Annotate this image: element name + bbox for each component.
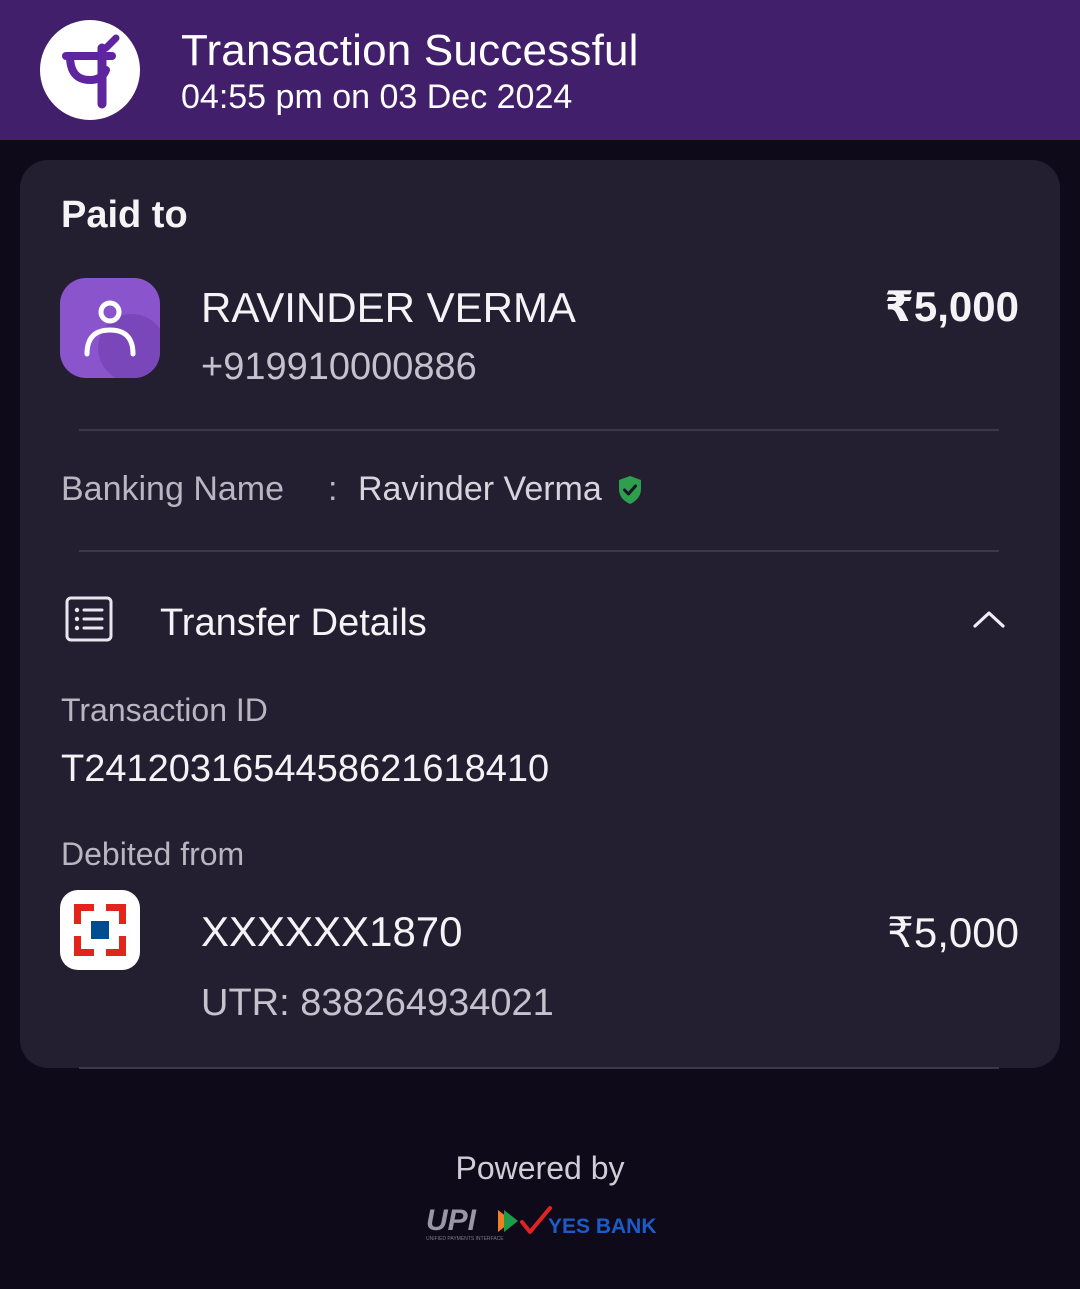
svg-text:UNIFIED PAYMENTS INTERFACE: UNIFIED PAYMENTS INTERFACE bbox=[426, 1236, 504, 1242]
divider bbox=[79, 429, 999, 431]
header-bar: Transaction Successful 04:55 pm on 03 De… bbox=[0, 0, 1080, 140]
transaction-timestamp: 04:55 pm on 03 Dec 2024 bbox=[181, 78, 573, 116]
payee-name: RAVINDER VERMA bbox=[201, 284, 576, 331]
banking-name-separator: : bbox=[328, 470, 338, 508]
account-number: XXXXXX1870 bbox=[201, 908, 463, 955]
utr-number[interactable]: UTR: 838264934021 bbox=[201, 982, 554, 1025]
footer-logos: UPI UNIFIED PAYMENTS INTERFACE YES BANK bbox=[424, 1204, 660, 1249]
hdfc-bank-icon bbox=[60, 890, 140, 970]
powered-by-label: Powered by bbox=[455, 1150, 625, 1186]
transaction-id-value[interactable]: T2412031654458621618410 bbox=[61, 748, 549, 791]
divider bbox=[79, 1067, 999, 1069]
page-title: Transaction Successful bbox=[181, 26, 639, 75]
transaction-id-label: Transaction ID bbox=[61, 692, 268, 728]
paid-amount: ₹5,000 bbox=[884, 283, 1019, 330]
person-icon bbox=[60, 278, 160, 378]
verified-shield-icon bbox=[617, 475, 643, 510]
svg-text:UPI: UPI bbox=[426, 1204, 477, 1237]
phonepe-logo-icon bbox=[40, 20, 140, 120]
payee-phone: +919910000886 bbox=[201, 346, 477, 388]
banking-name-label: Banking Name bbox=[61, 470, 285, 508]
banking-name-value: Ravinder Verma bbox=[358, 470, 602, 508]
upi-logo: UPI UNIFIED PAYMENTS INTERFACE YES BANK bbox=[426, 1204, 657, 1242]
debited-from-label: Debited from bbox=[61, 836, 245, 872]
svg-text:YES BANK: YES BANK bbox=[548, 1215, 657, 1238]
receipt-list-icon bbox=[65, 596, 115, 649]
transaction-card: Paid to RAVINDER VERMA +919910000886 ₹5,… bbox=[20, 160, 1060, 1068]
transfer-details-title[interactable]: Transfer Details bbox=[160, 602, 427, 645]
debited-amount: ₹5,000 bbox=[887, 909, 1019, 956]
divider bbox=[79, 550, 999, 552]
paid-to-label: Paid to bbox=[61, 194, 188, 236]
chevron-up-icon[interactable] bbox=[972, 608, 1006, 635]
